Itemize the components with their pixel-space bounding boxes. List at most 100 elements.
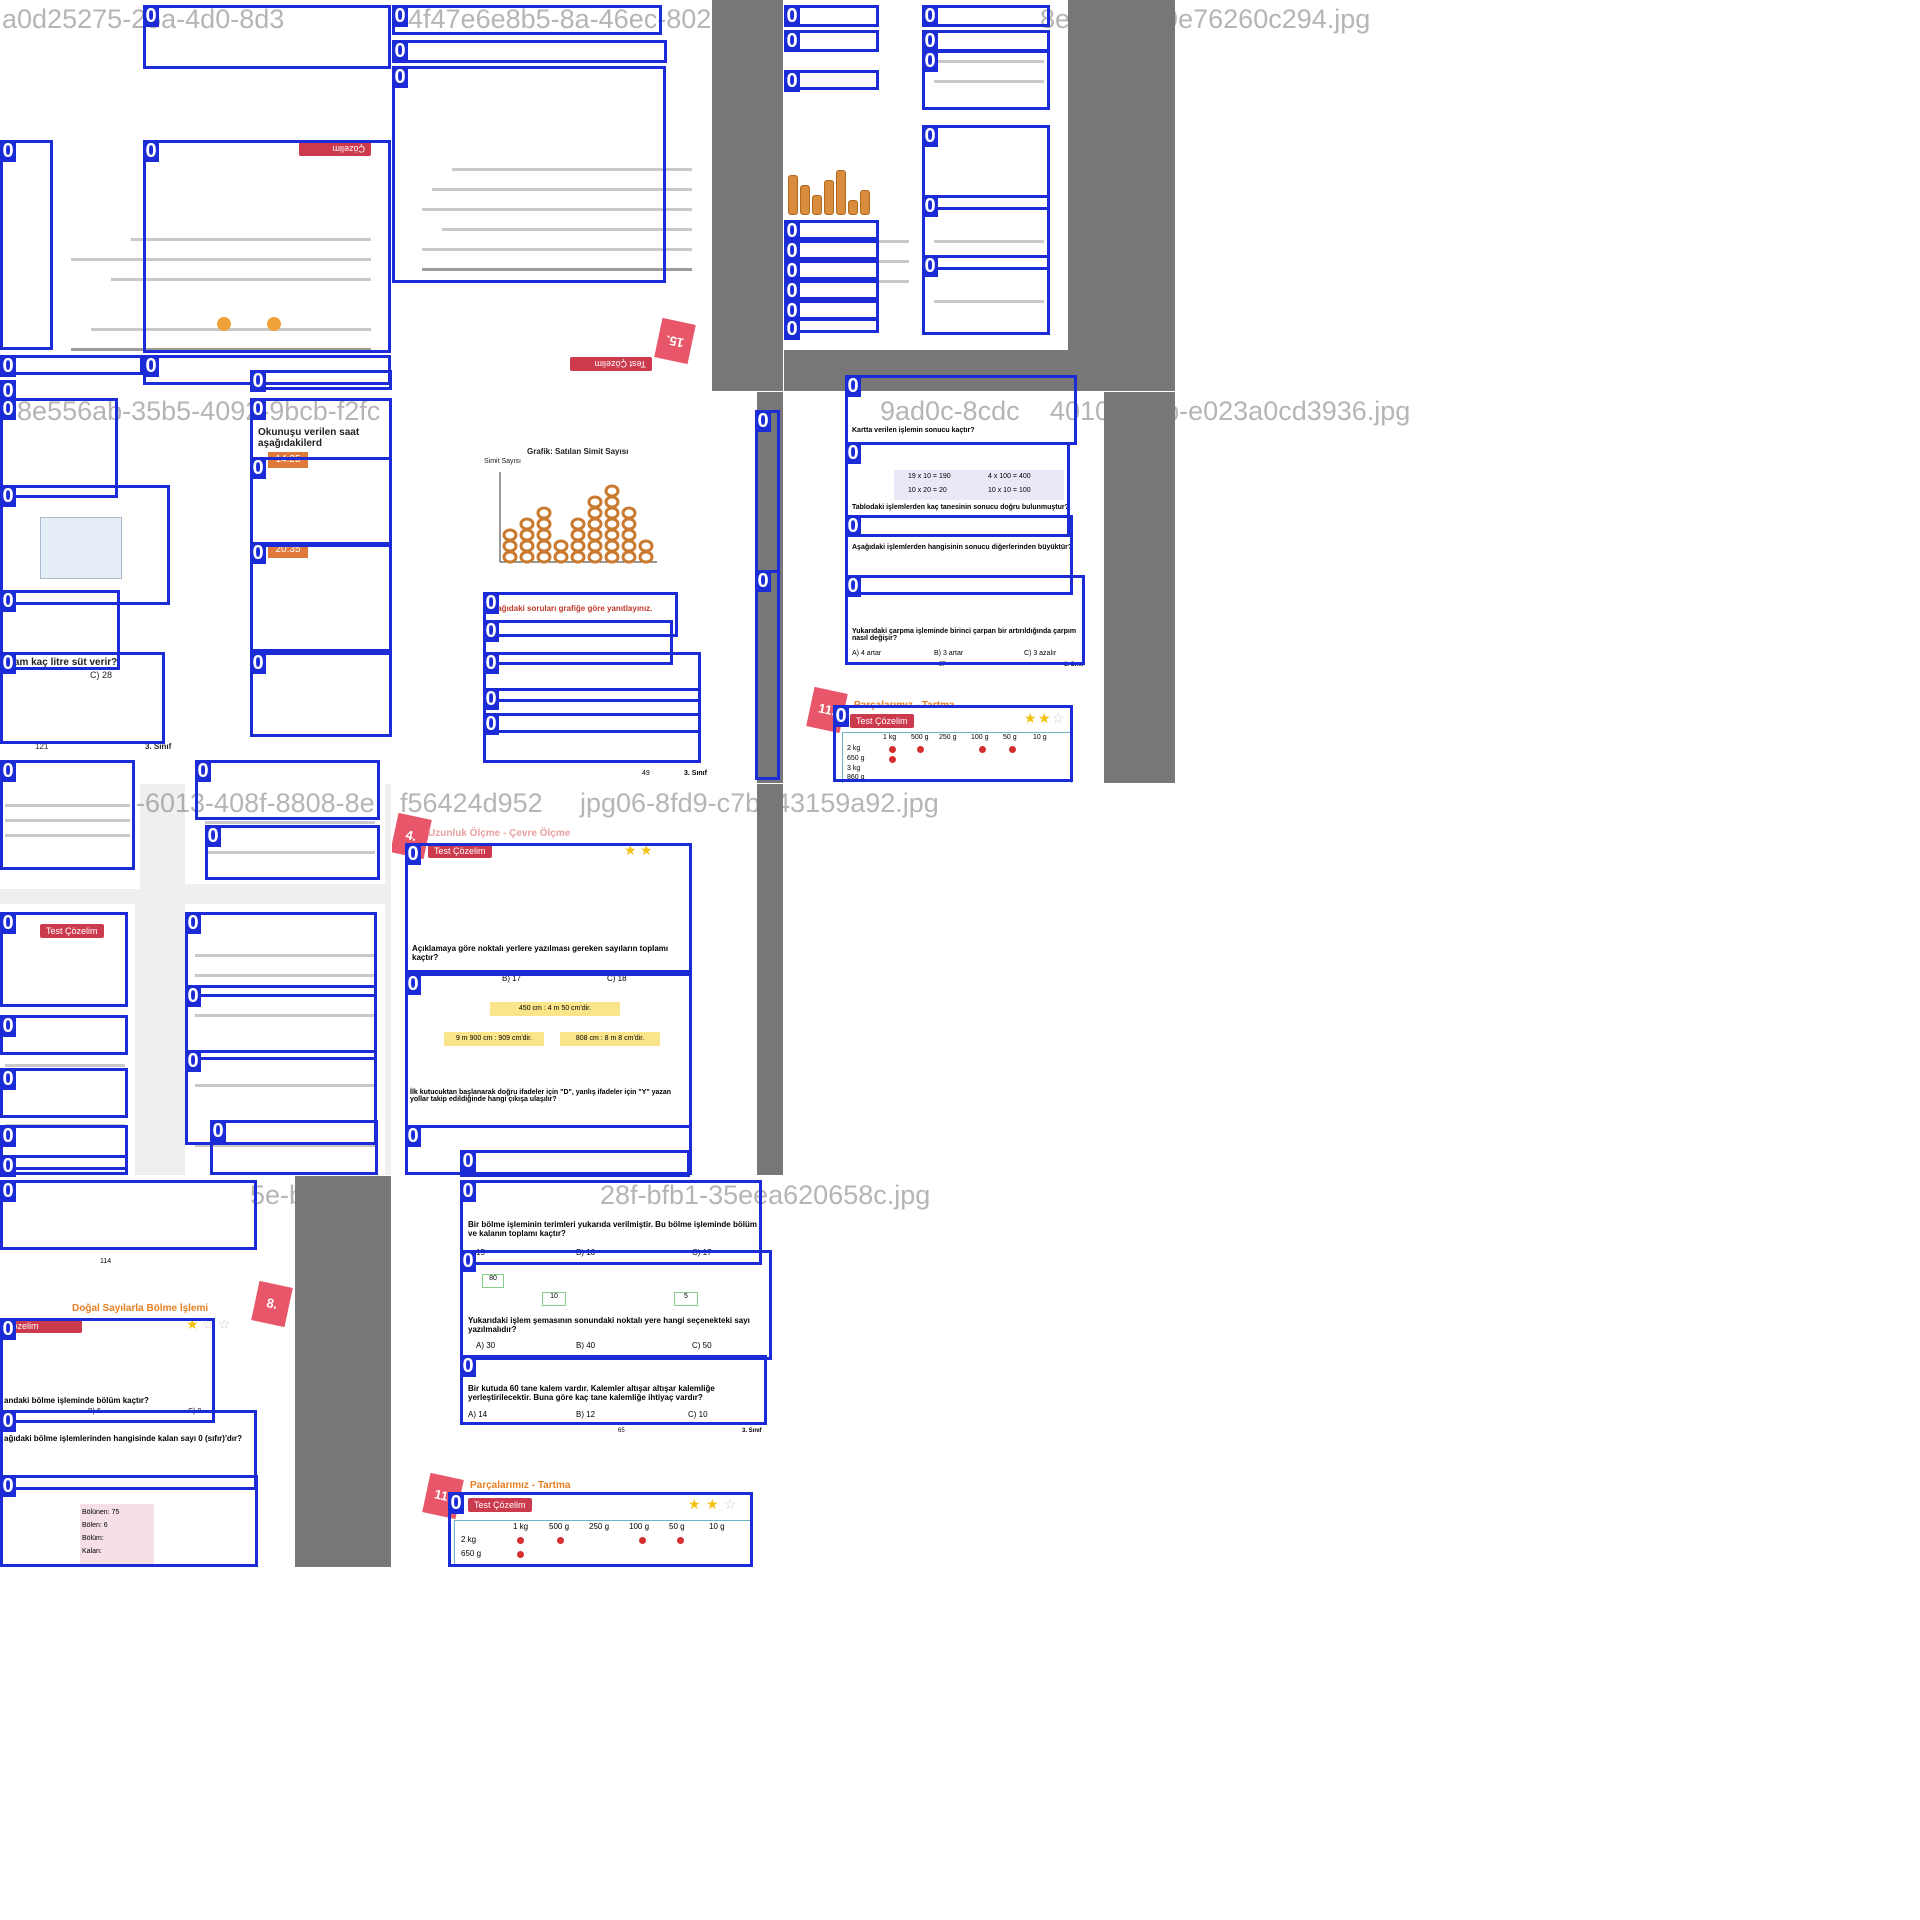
detection-label: 0 bbox=[460, 1355, 476, 1377]
grade-label: 3. Sınıf bbox=[742, 1428, 762, 1434]
detection-label: 0 bbox=[922, 195, 938, 217]
simit-ring bbox=[604, 517, 620, 531]
detection-box: 0 bbox=[210, 1120, 378, 1175]
detection-label: 0 bbox=[784, 240, 800, 262]
detection-box: 0 bbox=[0, 398, 118, 498]
detection-box: 0 bbox=[143, 140, 391, 353]
section-title: Uzunluk Ölçme - Çevre Ölçme bbox=[428, 828, 571, 839]
detection-label: 0 bbox=[0, 1125, 16, 1147]
section-title: Parçalarımız - Tartma bbox=[470, 1480, 571, 1491]
detection-label: 0 bbox=[845, 575, 861, 597]
detection-box: 0 bbox=[784, 30, 879, 52]
detection-label: 0 bbox=[185, 1050, 201, 1072]
detection-label: 0 bbox=[0, 912, 16, 934]
detection-label: 0 bbox=[405, 1125, 421, 1147]
detection-label: 0 bbox=[922, 255, 938, 277]
simit-ring bbox=[536, 506, 552, 520]
simit-ring bbox=[570, 550, 586, 564]
detection-label: 0 bbox=[0, 1015, 16, 1037]
detection-box: 0 bbox=[784, 220, 879, 242]
detection-label: 0 bbox=[0, 1155, 16, 1177]
detection-label: 0 bbox=[755, 570, 771, 592]
simit-ring bbox=[621, 517, 637, 531]
detection-box: 0 bbox=[0, 485, 170, 605]
detection-box: 0 bbox=[205, 825, 380, 880]
simit-ring bbox=[587, 517, 603, 531]
detection-box: 0 bbox=[0, 140, 53, 350]
detection-box: 0 bbox=[0, 1155, 128, 1177]
detection-box: 0 bbox=[0, 912, 128, 1007]
detection-box: 0 bbox=[784, 280, 879, 302]
detection-label: 0 bbox=[460, 1250, 476, 1272]
detection-label: 0 bbox=[205, 825, 221, 847]
simit-ring bbox=[587, 528, 603, 542]
detection-box: 0 bbox=[250, 652, 392, 737]
detection-box: 0 bbox=[755, 570, 780, 780]
detection-label: 0 bbox=[392, 66, 408, 88]
simit-ring bbox=[502, 550, 518, 564]
detection-label: 0 bbox=[0, 652, 16, 674]
simit-ring bbox=[536, 550, 552, 564]
detection-box: 0 bbox=[0, 760, 135, 870]
detection-label: 0 bbox=[405, 843, 421, 865]
detection-label: 0 bbox=[0, 398, 16, 420]
detection-box: 0 bbox=[250, 398, 392, 460]
detection-box: 0 bbox=[460, 1250, 772, 1360]
detection-box: 0 bbox=[922, 30, 1050, 52]
detection-box: 0 bbox=[250, 370, 392, 392]
detection-label: 0 bbox=[250, 398, 266, 420]
detection-label: 0 bbox=[784, 318, 800, 340]
detection-box: 0 bbox=[185, 985, 377, 1060]
detection-label: 0 bbox=[0, 485, 16, 507]
detection-label: 0 bbox=[0, 1318, 16, 1340]
detection-label: 0 bbox=[483, 620, 499, 642]
axis-label: Simit Sayısı bbox=[484, 458, 521, 465]
simit-ring bbox=[587, 495, 603, 509]
detection-box: 0 bbox=[0, 1475, 258, 1567]
simit-ring bbox=[536, 539, 552, 553]
detection-label: 0 bbox=[250, 652, 266, 674]
detection-label: 0 bbox=[845, 515, 861, 537]
tile-r2c2 bbox=[784, 784, 1175, 1175]
detection-box: 0 bbox=[143, 5, 391, 69]
simit-ring bbox=[519, 539, 535, 553]
simit-ring bbox=[587, 550, 603, 564]
detection-label: 0 bbox=[922, 5, 938, 27]
simit-ring bbox=[604, 550, 620, 564]
detection-box: 0 bbox=[0, 380, 16, 402]
detection-box: 0 bbox=[0, 652, 165, 744]
detection-box: 0 bbox=[922, 5, 1050, 27]
detection-label: 0 bbox=[392, 40, 408, 62]
detection-box: 0 bbox=[0, 1180, 257, 1250]
detection-label: 0 bbox=[784, 260, 800, 282]
detection-label: 0 bbox=[483, 652, 499, 674]
simit-ring bbox=[621, 539, 637, 553]
detection-label: 0 bbox=[448, 1492, 464, 1514]
detection-box: 0 bbox=[392, 5, 662, 35]
detection-box: 0 bbox=[784, 70, 879, 92]
detection-label: 0 bbox=[460, 1180, 476, 1202]
detection-label: 0 bbox=[185, 912, 201, 934]
detection-label: 0 bbox=[0, 1068, 16, 1090]
detection-label: 0 bbox=[0, 760, 16, 782]
simit-ring bbox=[638, 539, 654, 553]
simit-ring bbox=[502, 528, 518, 542]
simit-ring bbox=[519, 517, 535, 531]
simit-ring bbox=[519, 528, 535, 542]
simit-ring bbox=[604, 484, 620, 498]
detection-box: 0 bbox=[0, 1015, 128, 1055]
detection-label: 0 bbox=[405, 973, 421, 995]
detection-label: 0 bbox=[143, 140, 159, 162]
detection-box: 0 bbox=[392, 66, 666, 283]
detection-box: 0 bbox=[784, 5, 879, 27]
detection-label: 0 bbox=[0, 1475, 16, 1497]
simit-ring bbox=[621, 506, 637, 520]
detection-box: 0 bbox=[784, 240, 879, 262]
detection-box: 0 bbox=[0, 355, 143, 377]
detection-box: 0 bbox=[195, 760, 380, 820]
detection-box: 0 bbox=[405, 843, 692, 973]
detection-label: 0 bbox=[784, 5, 800, 27]
detection-label: 0 bbox=[143, 355, 159, 377]
detection-label: 0 bbox=[483, 713, 499, 735]
simit-ring bbox=[519, 550, 535, 564]
